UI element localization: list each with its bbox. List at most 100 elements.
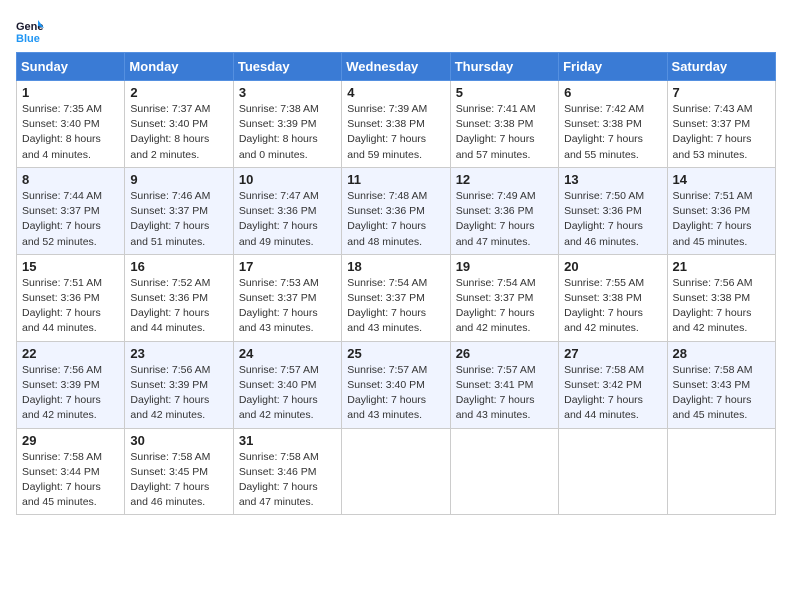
cell-info: Sunrise: 7:43 AMSunset: 3:37 PMDaylight:… xyxy=(673,102,770,163)
calendar-cell: 14 Sunrise: 7:51 AMSunset: 3:36 PMDaylig… xyxy=(667,167,775,254)
cell-info: Sunrise: 7:57 AMSunset: 3:41 PMDaylight:… xyxy=(456,363,553,424)
calendar-cell: 5 Sunrise: 7:41 AMSunset: 3:38 PMDayligh… xyxy=(450,81,558,168)
calendar-cell: 23 Sunrise: 7:56 AMSunset: 3:39 PMDaylig… xyxy=(125,341,233,428)
day-number: 14 xyxy=(673,172,770,187)
day-number: 9 xyxy=(130,172,227,187)
calendar-cell: 28 Sunrise: 7:58 AMSunset: 3:43 PMDaylig… xyxy=(667,341,775,428)
calendar-cell: 30 Sunrise: 7:58 AMSunset: 3:45 PMDaylig… xyxy=(125,428,233,515)
week-row-1: 1 Sunrise: 7:35 AMSunset: 3:40 PMDayligh… xyxy=(17,81,776,168)
calendar-cell: 9 Sunrise: 7:46 AMSunset: 3:37 PMDayligh… xyxy=(125,167,233,254)
cell-info: Sunrise: 7:57 AMSunset: 3:40 PMDaylight:… xyxy=(347,363,444,424)
day-header-tuesday: Tuesday xyxy=(233,53,341,81)
cell-info: Sunrise: 7:35 AMSunset: 3:40 PMDaylight:… xyxy=(22,102,119,163)
calendar-cell: 3 Sunrise: 7:38 AMSunset: 3:39 PMDayligh… xyxy=(233,81,341,168)
calendar-cell xyxy=(342,428,450,515)
cell-info: Sunrise: 7:39 AMSunset: 3:38 PMDaylight:… xyxy=(347,102,444,163)
cell-info: Sunrise: 7:58 AMSunset: 3:46 PMDaylight:… xyxy=(239,450,336,511)
day-number: 11 xyxy=(347,172,444,187)
calendar-table: SundayMondayTuesdayWednesdayThursdayFrid… xyxy=(16,52,776,515)
cell-info: Sunrise: 7:49 AMSunset: 3:36 PMDaylight:… xyxy=(456,189,553,250)
calendar-cell: 25 Sunrise: 7:57 AMSunset: 3:40 PMDaylig… xyxy=(342,341,450,428)
day-header-friday: Friday xyxy=(559,53,667,81)
calendar-cell xyxy=(667,428,775,515)
calendar-cell: 29 Sunrise: 7:58 AMSunset: 3:44 PMDaylig… xyxy=(17,428,125,515)
cell-info: Sunrise: 7:46 AMSunset: 3:37 PMDaylight:… xyxy=(130,189,227,250)
day-number: 26 xyxy=(456,346,553,361)
calendar-cell: 15 Sunrise: 7:51 AMSunset: 3:36 PMDaylig… xyxy=(17,254,125,341)
calendar-cell: 31 Sunrise: 7:58 AMSunset: 3:46 PMDaylig… xyxy=(233,428,341,515)
page-header: General Blue xyxy=(16,16,776,44)
calendar-cell: 20 Sunrise: 7:55 AMSunset: 3:38 PMDaylig… xyxy=(559,254,667,341)
calendar-cell: 19 Sunrise: 7:54 AMSunset: 3:37 PMDaylig… xyxy=(450,254,558,341)
calendar-cell: 21 Sunrise: 7:56 AMSunset: 3:38 PMDaylig… xyxy=(667,254,775,341)
week-row-4: 22 Sunrise: 7:56 AMSunset: 3:39 PMDaylig… xyxy=(17,341,776,428)
day-number: 10 xyxy=(239,172,336,187)
day-number: 7 xyxy=(673,85,770,100)
calendar-header-row: SundayMondayTuesdayWednesdayThursdayFrid… xyxy=(17,53,776,81)
cell-info: Sunrise: 7:51 AMSunset: 3:36 PMDaylight:… xyxy=(673,189,770,250)
day-number: 31 xyxy=(239,433,336,448)
calendar-cell: 4 Sunrise: 7:39 AMSunset: 3:38 PMDayligh… xyxy=(342,81,450,168)
logo-icon: General Blue xyxy=(16,16,44,44)
cell-info: Sunrise: 7:58 AMSunset: 3:44 PMDaylight:… xyxy=(22,450,119,511)
day-number: 24 xyxy=(239,346,336,361)
day-number: 29 xyxy=(22,433,119,448)
calendar-cell: 17 Sunrise: 7:53 AMSunset: 3:37 PMDaylig… xyxy=(233,254,341,341)
calendar-cell: 7 Sunrise: 7:43 AMSunset: 3:37 PMDayligh… xyxy=(667,81,775,168)
day-number: 15 xyxy=(22,259,119,274)
day-number: 3 xyxy=(239,85,336,100)
day-number: 1 xyxy=(22,85,119,100)
calendar-cell: 8 Sunrise: 7:44 AMSunset: 3:37 PMDayligh… xyxy=(17,167,125,254)
cell-info: Sunrise: 7:51 AMSunset: 3:36 PMDaylight:… xyxy=(22,276,119,337)
day-header-thursday: Thursday xyxy=(450,53,558,81)
cell-info: Sunrise: 7:52 AMSunset: 3:36 PMDaylight:… xyxy=(130,276,227,337)
day-number: 16 xyxy=(130,259,227,274)
cell-info: Sunrise: 7:44 AMSunset: 3:37 PMDaylight:… xyxy=(22,189,119,250)
day-number: 27 xyxy=(564,346,661,361)
calendar-cell: 27 Sunrise: 7:58 AMSunset: 3:42 PMDaylig… xyxy=(559,341,667,428)
day-number: 30 xyxy=(130,433,227,448)
calendar-cell xyxy=(450,428,558,515)
calendar-cell: 22 Sunrise: 7:56 AMSunset: 3:39 PMDaylig… xyxy=(17,341,125,428)
day-number: 5 xyxy=(456,85,553,100)
day-number: 18 xyxy=(347,259,444,274)
cell-info: Sunrise: 7:48 AMSunset: 3:36 PMDaylight:… xyxy=(347,189,444,250)
calendar-cell: 26 Sunrise: 7:57 AMSunset: 3:41 PMDaylig… xyxy=(450,341,558,428)
calendar-cell: 2 Sunrise: 7:37 AMSunset: 3:40 PMDayligh… xyxy=(125,81,233,168)
day-header-wednesday: Wednesday xyxy=(342,53,450,81)
svg-text:Blue: Blue xyxy=(16,33,40,44)
cell-info: Sunrise: 7:47 AMSunset: 3:36 PMDaylight:… xyxy=(239,189,336,250)
day-number: 25 xyxy=(347,346,444,361)
day-header-saturday: Saturday xyxy=(667,53,775,81)
day-number: 2 xyxy=(130,85,227,100)
day-number: 12 xyxy=(456,172,553,187)
cell-info: Sunrise: 7:41 AMSunset: 3:38 PMDaylight:… xyxy=(456,102,553,163)
cell-info: Sunrise: 7:37 AMSunset: 3:40 PMDaylight:… xyxy=(130,102,227,163)
week-row-5: 29 Sunrise: 7:58 AMSunset: 3:44 PMDaylig… xyxy=(17,428,776,515)
cell-info: Sunrise: 7:54 AMSunset: 3:37 PMDaylight:… xyxy=(347,276,444,337)
calendar-cell: 6 Sunrise: 7:42 AMSunset: 3:38 PMDayligh… xyxy=(559,81,667,168)
day-number: 17 xyxy=(239,259,336,274)
week-row-2: 8 Sunrise: 7:44 AMSunset: 3:37 PMDayligh… xyxy=(17,167,776,254)
week-row-3: 15 Sunrise: 7:51 AMSunset: 3:36 PMDaylig… xyxy=(17,254,776,341)
calendar-cell: 12 Sunrise: 7:49 AMSunset: 3:36 PMDaylig… xyxy=(450,167,558,254)
cell-info: Sunrise: 7:38 AMSunset: 3:39 PMDaylight:… xyxy=(239,102,336,163)
cell-info: Sunrise: 7:55 AMSunset: 3:38 PMDaylight:… xyxy=(564,276,661,337)
calendar-cell: 10 Sunrise: 7:47 AMSunset: 3:36 PMDaylig… xyxy=(233,167,341,254)
calendar-cell: 16 Sunrise: 7:52 AMSunset: 3:36 PMDaylig… xyxy=(125,254,233,341)
calendar-cell: 1 Sunrise: 7:35 AMSunset: 3:40 PMDayligh… xyxy=(17,81,125,168)
calendar-cell xyxy=(559,428,667,515)
cell-info: Sunrise: 7:56 AMSunset: 3:39 PMDaylight:… xyxy=(130,363,227,424)
day-number: 6 xyxy=(564,85,661,100)
calendar-cell: 13 Sunrise: 7:50 AMSunset: 3:36 PMDaylig… xyxy=(559,167,667,254)
day-number: 8 xyxy=(22,172,119,187)
cell-info: Sunrise: 7:58 AMSunset: 3:45 PMDaylight:… xyxy=(130,450,227,511)
day-number: 19 xyxy=(456,259,553,274)
day-number: 13 xyxy=(564,172,661,187)
cell-info: Sunrise: 7:56 AMSunset: 3:38 PMDaylight:… xyxy=(673,276,770,337)
day-number: 20 xyxy=(564,259,661,274)
logo: General Blue xyxy=(16,16,48,44)
cell-info: Sunrise: 7:58 AMSunset: 3:42 PMDaylight:… xyxy=(564,363,661,424)
calendar-cell: 18 Sunrise: 7:54 AMSunset: 3:37 PMDaylig… xyxy=(342,254,450,341)
day-number: 28 xyxy=(673,346,770,361)
